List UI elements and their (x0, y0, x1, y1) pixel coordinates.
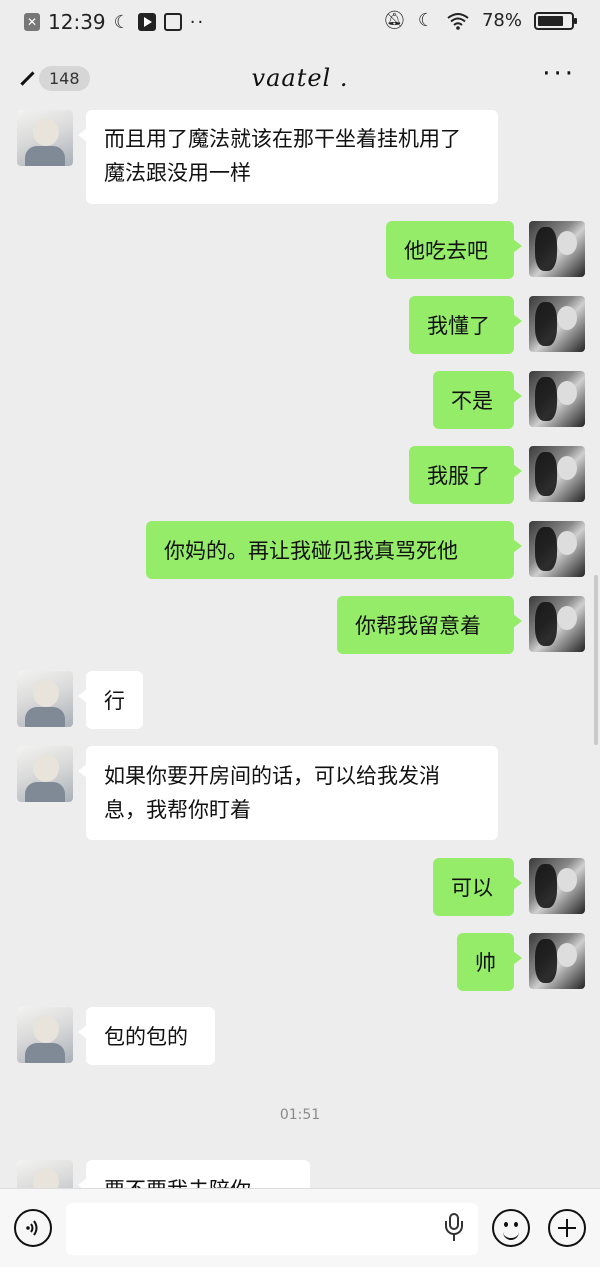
more-notifications-icon: ·· (189, 11, 206, 33)
received-message-bubble[interactable]: 行 (78, 671, 143, 729)
chat-title: vaatel . (251, 64, 349, 92)
sent-message-bubble[interactable]: 你帮我留意着 (337, 596, 522, 654)
my-avatar[interactable] (529, 933, 585, 989)
sent-message-bubble[interactable]: 不是 (433, 371, 522, 429)
mic-icon[interactable] (444, 1213, 464, 1243)
emoji-icon[interactable] (492, 1209, 530, 1247)
moon-icon: ☾ (113, 11, 130, 33)
message-text: 我懂了 (427, 314, 490, 338)
my-avatar[interactable] (529, 446, 585, 502)
contact-avatar[interactable] (17, 671, 73, 727)
video-app-icon (137, 13, 156, 31)
message-text: 他吃去吧 (404, 239, 488, 263)
message-input[interactable] (66, 1203, 478, 1255)
message-timestamp: 01:51 (279, 1107, 321, 1123)
message-text: 如果你要开房间的话，可以给我发消息，我帮你盯着 (104, 764, 440, 822)
my-avatar[interactable] (529, 221, 585, 277)
message-text: 包的包的 (104, 1025, 188, 1049)
message-text: 你妈的。再让我碰见我真骂死他 (164, 539, 458, 563)
message-text: 行 (104, 689, 125, 713)
message-text: 可以 (451, 876, 493, 900)
plus-icon[interactable] (548, 1209, 586, 1247)
contact-avatar[interactable] (17, 110, 73, 166)
my-avatar[interactable] (529, 296, 585, 352)
message-input-bar (0, 1188, 600, 1267)
voice-waves-icon (26, 1220, 38, 1236)
status-time: 12:39 (48, 10, 106, 34)
sent-message-bubble[interactable]: 我服了 (409, 446, 522, 504)
scrollbar-thumb[interactable] (594, 575, 598, 745)
moon-icon: ☾ (417, 10, 434, 31)
received-message-bubble[interactable]: 包的包的 (78, 1007, 215, 1065)
received-message-bubble[interactable]: 而且用了魔法就该在那干坐着挂机用了魔法跟没用一样 (78, 110, 498, 204)
received-message-bubble[interactable]: 要不要我去陪你 (78, 1160, 310, 1188)
my-avatar[interactable] (529, 371, 585, 427)
contact-avatar[interactable] (17, 746, 73, 802)
battery-icon (534, 11, 577, 30)
voice-icon[interactable] (14, 1209, 52, 1247)
my-avatar[interactable] (529, 596, 585, 652)
message-text: 而且用了魔法就该在那干坐着挂机用了魔法跟没用一样 (104, 127, 461, 185)
message-text: 要不要我去陪你 (104, 1178, 251, 1188)
contact-avatar[interactable] (17, 1160, 73, 1188)
my-avatar[interactable] (529, 521, 585, 577)
status-bar: ✕ 12:39 ☾ ·· 🔕︎ ☾ 78% (0, 0, 600, 44)
message-text: 不是 (451, 389, 493, 413)
sent-message-bubble[interactable]: 我懂了 (409, 296, 522, 354)
more-options-button[interactable]: ··· (542, 61, 576, 87)
received-message-bubble[interactable]: 如果你要开房间的话，可以给我发消息，我帮你盯着 (78, 746, 498, 840)
battery-percent: 78% (481, 10, 522, 31)
message-list[interactable]: 而且用了魔法就该在那干坐着挂机用了魔法跟没用一样 他吃去吧 我懂了 不是 我服了… (0, 110, 600, 1188)
wifi-icon (447, 12, 469, 30)
notification-close-icon: ✕ (24, 13, 40, 31)
app-icon (163, 13, 182, 31)
sent-message-bubble[interactable]: 你妈的。再让我碰见我真骂死他 (146, 521, 522, 579)
battery-level (538, 15, 563, 26)
message-text: 帅 (475, 951, 496, 975)
contact-avatar[interactable] (17, 1007, 73, 1063)
sent-message-bubble[interactable]: 可以 (433, 858, 522, 916)
my-avatar[interactable] (529, 858, 585, 914)
message-text: 我服了 (427, 464, 490, 488)
message-text: 你帮我留意着 (355, 614, 481, 638)
sent-message-bubble[interactable]: 帅 (457, 933, 522, 991)
chat-header: 148 vaatel . ··· (0, 44, 600, 110)
silent-icon: 🔕︎ (382, 10, 406, 31)
sent-message-bubble[interactable]: 他吃去吧 (386, 221, 522, 279)
